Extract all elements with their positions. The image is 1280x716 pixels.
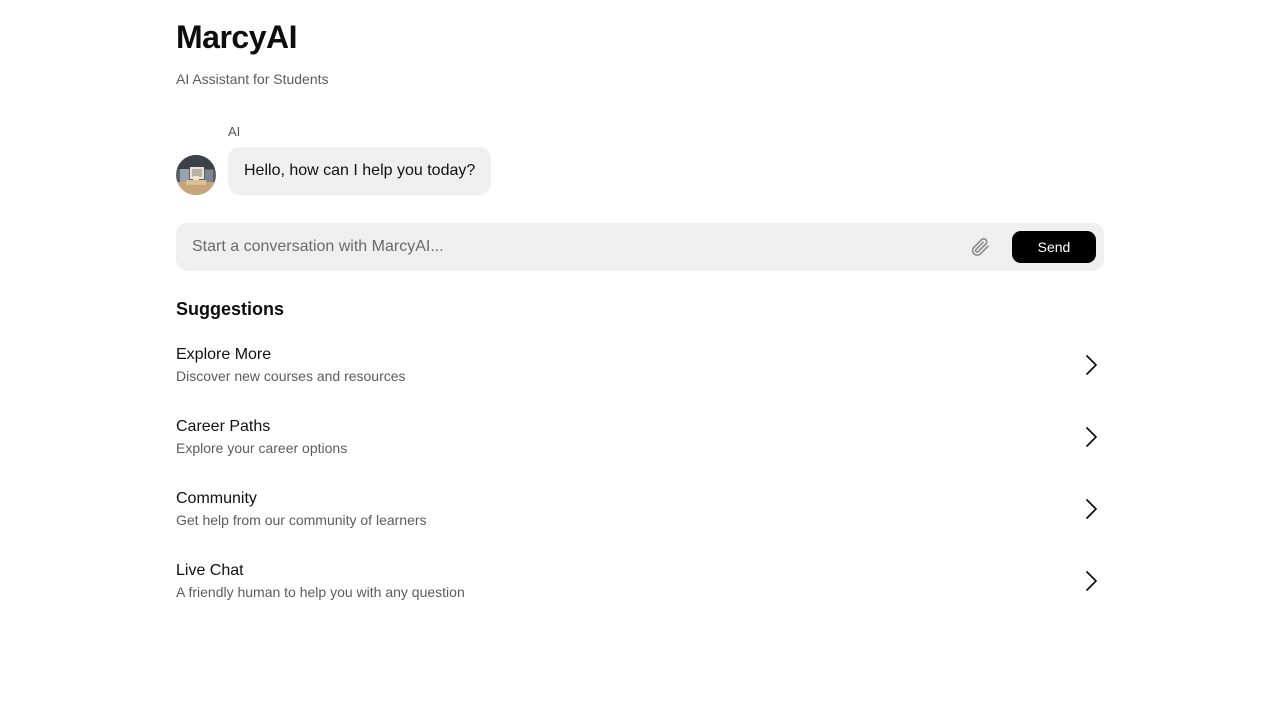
paperclip-icon[interactable] <box>968 235 992 259</box>
chevron-right-icon <box>1081 570 1101 592</box>
chevron-right-icon <box>1081 426 1101 448</box>
suggestion-description: A friendly human to help you with any qu… <box>176 584 465 600</box>
chevron-right-icon <box>1081 354 1101 376</box>
suggestion-list: Explore More Discover new courses and re… <box>176 336 1104 624</box>
app-subtitle: AI Assistant for Students <box>176 71 329 87</box>
suggestion-career-paths[interactable]: Career Paths Explore your career options <box>176 408 1104 480</box>
suggestion-description: Explore your career options <box>176 440 348 456</box>
assistant-avatar <box>176 155 216 195</box>
suggestion-title: Career Paths <box>176 418 271 435</box>
suggestion-explore-more[interactable]: Explore More Discover new courses and re… <box>176 336 1104 408</box>
suggestion-title: Live Chat <box>176 562 244 579</box>
suggestion-title: Community <box>176 490 257 507</box>
message-sender-label: AI <box>228 124 241 139</box>
suggestion-live-chat[interactable]: Live Chat A friendly human to help you w… <box>176 552 1104 624</box>
message-composer: Send <box>176 223 1104 271</box>
message-input[interactable] <box>192 223 952 271</box>
suggestion-community[interactable]: Community Get help from our community of… <box>176 480 1104 552</box>
suggestion-title: Explore More <box>176 346 272 363</box>
suggestion-description: Discover new courses and resources <box>176 368 406 384</box>
send-button[interactable]: Send <box>1012 231 1096 263</box>
suggestions-heading: Suggestions <box>176 299 285 319</box>
assistant-message-bubble: Hello, how can I help you today? <box>228 147 492 195</box>
chevron-right-icon <box>1081 498 1101 520</box>
suggestion-description: Get help from our community of learners <box>176 512 427 528</box>
app-title: MarcyAI <box>176 19 298 55</box>
